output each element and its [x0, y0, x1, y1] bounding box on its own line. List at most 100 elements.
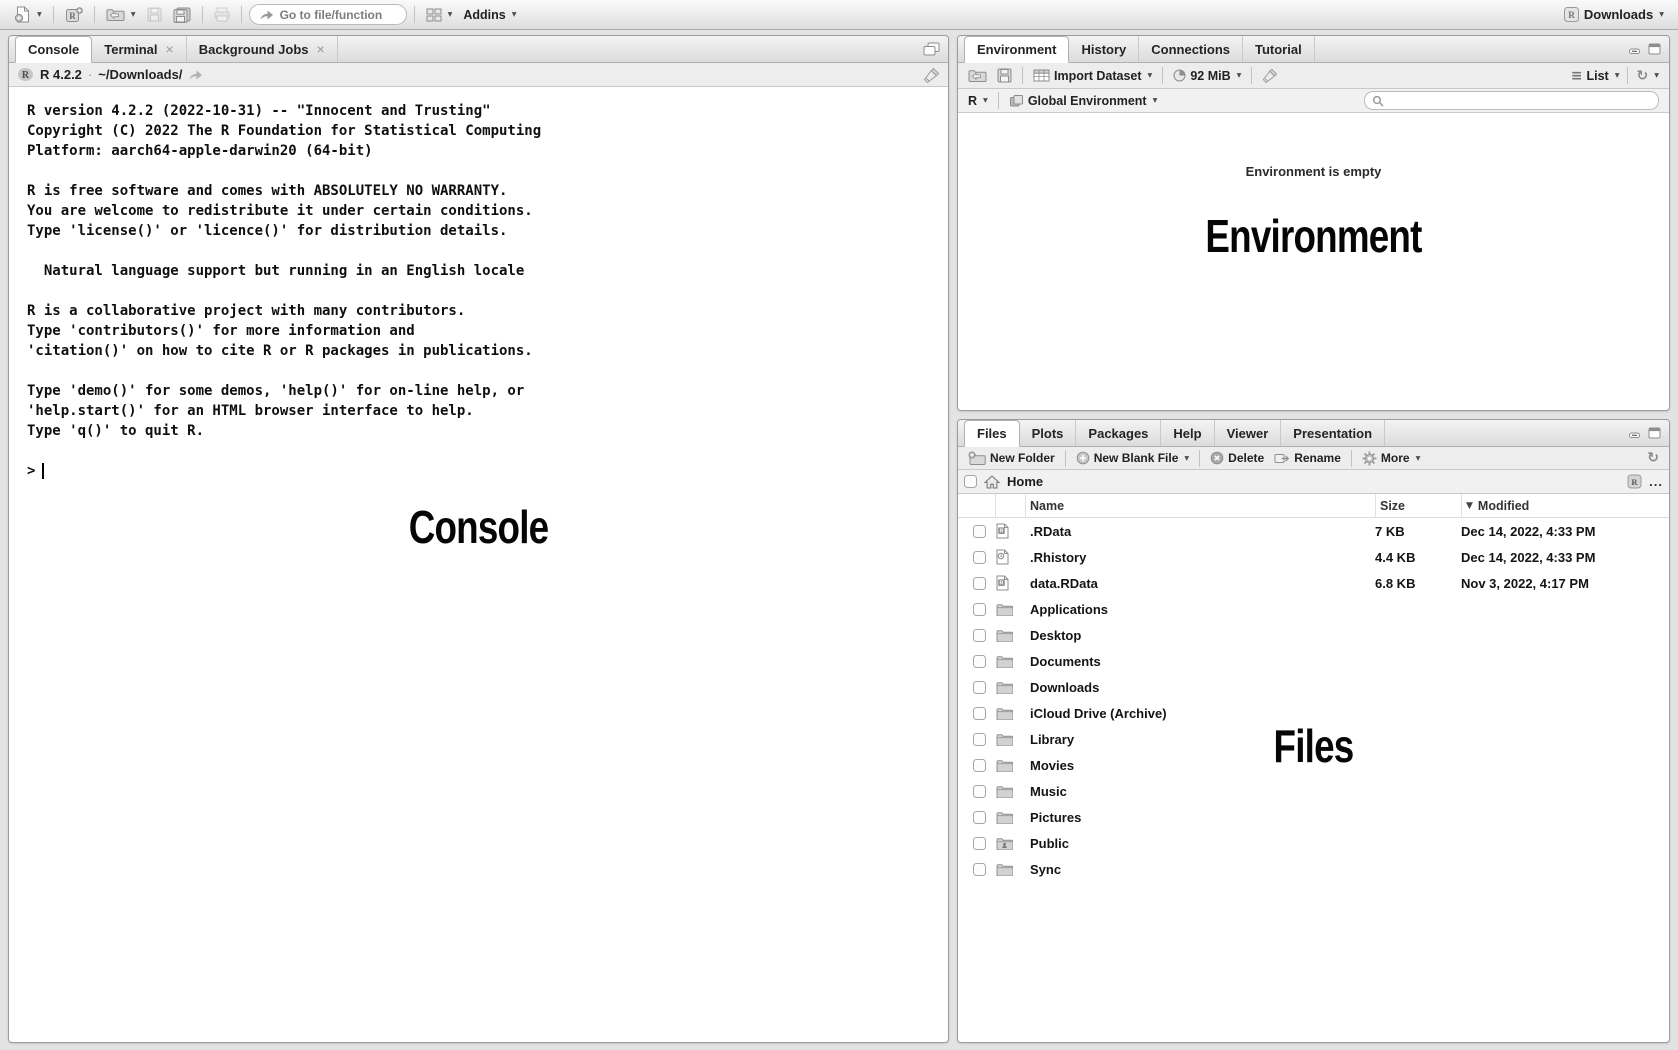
save-all-button[interactable] [169, 5, 195, 25]
file-name-link[interactable]: Sync [1026, 862, 1375, 877]
file-name-link[interactable]: Downloads [1026, 680, 1375, 695]
console-output: R version 4.2.2 (2022-10-31) -- "Innocen… [27, 101, 938, 441]
minimize-icon[interactable] [1627, 43, 1642, 55]
new-file-button[interactable]: ▾ [10, 4, 46, 25]
row-checkbox[interactable] [973, 759, 986, 772]
tab-background-jobs[interactable]: Background Jobs× [187, 36, 338, 62]
file-name-link[interactable]: Music [1026, 784, 1375, 799]
maximize-icon[interactable] [1648, 43, 1661, 55]
view-mode-menu[interactable]: ≡List▾ [1567, 67, 1624, 85]
row-checkbox[interactable] [973, 603, 986, 616]
console-output-area[interactable]: R version 4.2.2 (2022-10-31) -- "Innocen… [9, 87, 948, 481]
tab-terminal[interactable]: Terminal× [92, 36, 186, 62]
tab-presentation[interactable]: Presentation [1281, 420, 1385, 446]
restore-panes-icon[interactable] [923, 42, 940, 56]
row-checkbox[interactable] [973, 707, 986, 720]
tab-help[interactable]: Help [1161, 420, 1214, 446]
file-name-link[interactable]: Movies [1026, 758, 1375, 773]
more-menu[interactable]: More▾ [1358, 450, 1424, 467]
goto-file-input-field[interactable] [280, 8, 397, 22]
project-menu[interactable]: RDownloads▾ [1559, 4, 1668, 25]
tab-console[interactable]: Console [15, 36, 92, 63]
row-checkbox[interactable] [973, 733, 986, 746]
file-name-link[interactable]: Desktop [1026, 628, 1375, 643]
file-name-link[interactable]: Documents [1026, 654, 1375, 669]
breadcrumb-home[interactable]: Home [1007, 474, 1043, 489]
row-checkbox[interactable] [973, 551, 986, 564]
file-name-link[interactable]: iCloud Drive (Archive) [1026, 706, 1375, 721]
environment-scope-menu[interactable]: Global Environment▾ [1005, 92, 1162, 110]
clear-console-icon[interactable] [923, 67, 940, 83]
tab-packages[interactable]: Packages [1076, 420, 1161, 446]
tab-viewer[interactable]: Viewer [1215, 420, 1282, 446]
svg-text:R: R [1000, 529, 1004, 535]
files-tabs: FilesPlotsPackagesHelpViewerPresentation [964, 420, 1385, 446]
row-checkbox[interactable] [973, 525, 986, 538]
row-checkbox[interactable] [973, 577, 986, 590]
addins-menu[interactable]: Addins▾ [459, 6, 520, 24]
file-name-link[interactable]: Library [1026, 732, 1375, 747]
row-checkbox[interactable] [973, 863, 986, 876]
tab-environment[interactable]: Environment [964, 36, 1069, 63]
goto-file-input[interactable] [249, 4, 407, 25]
file-name-link[interactable]: Public [1026, 836, 1375, 851]
close-icon[interactable]: × [317, 42, 325, 56]
rhistory-file-icon [996, 549, 1009, 565]
environment-tabs: EnvironmentHistoryConnectionsTutorial [964, 36, 1315, 62]
file-name-link[interactable]: .RData [1026, 524, 1375, 539]
row-checkbox[interactable] [973, 655, 986, 668]
select-all-checkbox[interactable] [964, 475, 977, 488]
tab-tutorial[interactable]: Tutorial [1243, 36, 1315, 62]
table-row: Sync [958, 856, 1669, 882]
memory-usage-menu[interactable]: 92 MiB▾ [1169, 67, 1245, 85]
row-checkbox[interactable] [973, 629, 986, 642]
column-header-size[interactable]: Size [1375, 494, 1461, 518]
panes-grid-icon [426, 8, 442, 22]
row-checkbox[interactable] [973, 811, 986, 824]
maximize-icon[interactable] [1648, 427, 1661, 439]
row-checkbox[interactable] [973, 837, 986, 850]
save-workspace-button[interactable] [993, 66, 1016, 85]
refresh-environment-button[interactable]: ↻▾ [1632, 67, 1663, 85]
forward-arrow-icon[interactable] [188, 69, 203, 81]
row-checkbox[interactable] [973, 681, 986, 694]
load-workspace-button[interactable] [964, 66, 991, 85]
new-folder-icon [968, 451, 986, 466]
column-header-modified[interactable]: ▼ Modified [1461, 494, 1661, 518]
tab-plots[interactable]: Plots [1020, 420, 1077, 446]
console-prompt-line[interactable]: > [27, 461, 938, 481]
column-header-name[interactable]: Name [1026, 494, 1375, 518]
refresh-files-button[interactable]: ↻ [1643, 450, 1663, 466]
workspace-panes-button[interactable]: ▾ [422, 6, 457, 24]
new-project-button[interactable]: R [61, 5, 87, 25]
file-name-link[interactable]: Pictures [1026, 810, 1375, 825]
open-file-button[interactable]: ▾ [102, 5, 140, 24]
row-checkbox[interactable] [973, 785, 986, 798]
environment-search-box[interactable] [1364, 91, 1659, 110]
new-blank-file-menu[interactable]: New Blank File▾ [1072, 450, 1193, 466]
close-icon[interactable]: × [166, 42, 174, 56]
console-panel: ConsoleTerminal×Background Jobs× R R 4.2… [8, 35, 949, 1043]
environment-search-input[interactable] [1389, 94, 1651, 108]
file-name-link[interactable]: data.RData [1026, 576, 1375, 591]
file-name-link[interactable]: .Rhistory [1026, 550, 1375, 565]
import-dataset-menu[interactable]: Import Dataset▾ [1029, 67, 1156, 85]
file-size: 7 KB [1375, 524, 1461, 539]
working-directory-label[interactable]: ~/Downloads/ [98, 67, 182, 82]
file-name-link[interactable]: Applications [1026, 602, 1375, 617]
language-menu[interactable]: R▾ [964, 92, 992, 110]
new-folder-button[interactable]: New Folder [964, 450, 1059, 467]
breadcrumb-more-button[interactable]: ... [1649, 474, 1663, 489]
sort-desc-icon[interactable]: ▼ [1466, 501, 1473, 511]
tab-connections[interactable]: Connections [1139, 36, 1243, 62]
tab-history[interactable]: History [1069, 36, 1139, 62]
cube-icon [1009, 94, 1024, 108]
console-overlay-label: Console [103, 504, 854, 550]
r-project-badge-icon[interactable]: R [1627, 474, 1642, 489]
delete-button[interactable]: Delete [1206, 450, 1268, 466]
tab-files[interactable]: Files [964, 420, 1020, 447]
caret-down-icon: ▾ [983, 95, 988, 106]
clear-objects-button[interactable] [1258, 66, 1282, 85]
rename-button[interactable]: Rename [1270, 450, 1345, 466]
minimize-icon[interactable] [1627, 427, 1642, 439]
